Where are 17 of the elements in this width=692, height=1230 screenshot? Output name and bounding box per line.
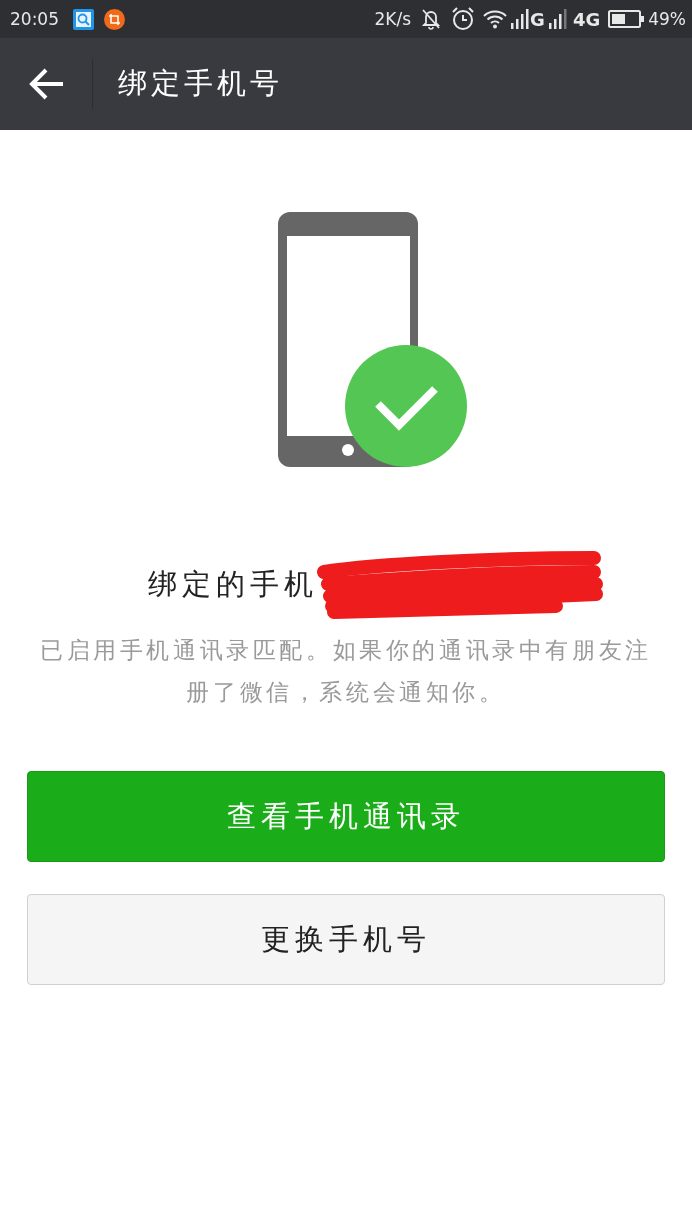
check-circle-icon: [345, 345, 467, 467]
change-number-button[interactable]: 更换手机号: [27, 894, 665, 985]
wifi-icon: [483, 9, 508, 29]
description-text: 已启用手机通讯录匹配。如果你的通讯录中有朋友注册了微信，系统会通知你。: [39, 636, 653, 707]
signal-bars-icon: [548, 9, 567, 29]
network-type: 4G: [572, 8, 601, 30]
crop-app-icon: [104, 8, 125, 30]
network-type: G: [530, 8, 545, 30]
signal-bars-icon: [511, 9, 530, 29]
battery-icon: [608, 10, 645, 28]
page-title: 绑定手机号: [118, 65, 283, 102]
clock-time: 20:05: [10, 9, 59, 29]
battery-percentage: 49%: [648, 9, 686, 29]
alarm-clock-icon: [451, 7, 476, 31]
network-speed: 2K/s: [374, 9, 412, 29]
bound-phone-label: 绑定的手机: [148, 566, 318, 603]
magnifier-app-icon: [73, 8, 94, 30]
